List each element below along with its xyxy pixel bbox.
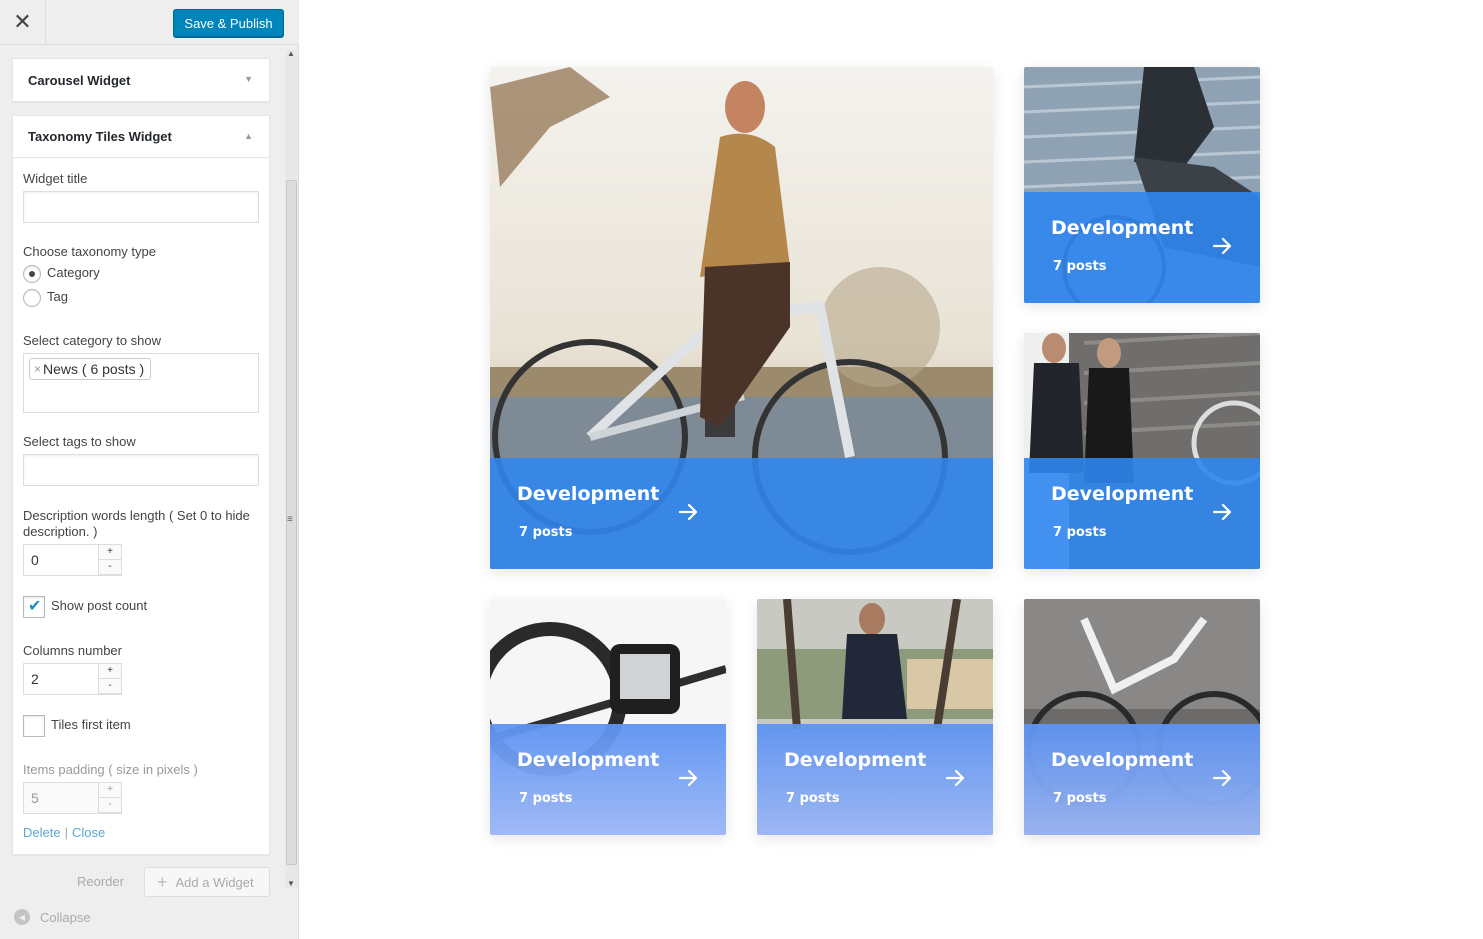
reorder-button[interactable]: Reorder [77, 874, 124, 889]
tile-title: Development [517, 749, 660, 771]
taxonomy-widget-title: Taxonomy Tiles Widget [28, 129, 172, 144]
columns-number-input[interactable]: 2 + - [23, 663, 122, 695]
items-padding-input[interactable]: 5 + - [23, 782, 122, 814]
radio-category[interactable] [23, 265, 41, 283]
taxonomy-tile[interactable]: Development 7 posts [1024, 67, 1260, 303]
tile-title: Development [784, 749, 927, 771]
items-padding-stepper[interactable]: + - [98, 783, 121, 813]
decrement-button[interactable]: - [99, 560, 121, 575]
sidebar-scrollbar[interactable]: ▲ ≡ ▼ [284, 50, 298, 888]
show-post-count-checkbox[interactable]: ✔ [23, 596, 45, 618]
tile-post-count: 7 posts [1053, 525, 1107, 540]
collapse-label: Collapse [40, 909, 91, 925]
tile-post-count: 7 posts [786, 791, 840, 806]
arrow-right-icon[interactable] [1211, 235, 1233, 257]
tile-post-count: 7 posts [519, 525, 573, 540]
plus-icon: + [157, 871, 168, 892]
check-icon: ✔ [28, 598, 42, 615]
tile-title: Development [1051, 217, 1194, 239]
description-length-stepper[interactable]: + - [98, 545, 121, 575]
collapse-arrow-circle-icon: ◀ [14, 909, 30, 925]
scroll-up-arrow-icon[interactable]: ▲ [287, 50, 295, 58]
arrow-right-icon[interactable] [1211, 501, 1233, 523]
remove-chip-icon[interactable]: × [34, 362, 41, 376]
close-icon: ✕ [13, 9, 32, 34]
tile-post-count: 7 posts [1053, 791, 1107, 806]
items-padding-label: Items padding ( size in pixels ) [23, 762, 198, 777]
taxonomy-widget-header[interactable]: Taxonomy Tiles Widget ▲ [13, 116, 269, 158]
widget-title-input[interactable] [23, 191, 259, 223]
decrement-button[interactable]: - [99, 679, 121, 694]
tiles-first-item-checkbox[interactable] [23, 715, 45, 737]
taxonomy-tile[interactable]: Development 7 posts [490, 67, 993, 569]
delete-widget-link[interactable]: Delete [23, 825, 61, 840]
carousel-widget[interactable]: Carousel Widget ▼ [12, 58, 270, 102]
tile-overlay [490, 458, 993, 569]
tile-title: Development [1051, 749, 1194, 771]
radio-category-label: Category [47, 265, 100, 280]
scroll-grip-icon: ≡ [287, 514, 293, 525]
arrow-right-icon[interactable] [1211, 767, 1233, 789]
description-length-label: Description words length ( Set 0 to hide… [23, 508, 250, 539]
collapse-sidebar-button[interactable]: ◀ Collapse [14, 909, 91, 925]
arrow-right-icon[interactable] [677, 501, 699, 523]
carousel-widget-title: Carousel Widget [28, 72, 131, 88]
taxonomy-type-label: Choose taxonomy type [23, 244, 156, 259]
tiles-first-item-label: Tiles first item [51, 717, 131, 732]
carousel-widget-header[interactable]: Carousel Widget ▼ [13, 59, 269, 101]
category-chip[interactable]: × News ( 6 posts ) [29, 358, 152, 380]
increment-button[interactable]: + [99, 783, 121, 798]
category-multiselect[interactable]: × News ( 6 posts ) [23, 353, 259, 413]
customizer-header: ✕ Save & Publish [0, 0, 299, 45]
taxonomy-tile[interactable]: Development 7 posts [1024, 333, 1260, 569]
taxonomy-tile[interactable]: Development 7 posts [1024, 599, 1260, 835]
collapse-arrow-icon[interactable]: ▲ [244, 131, 253, 141]
arrow-right-icon[interactable] [677, 767, 699, 789]
tags-select-label: Select tags to show [23, 434, 136, 449]
taxonomy-tile[interactable]: Development 7 posts [490, 599, 726, 835]
increment-button[interactable]: + [99, 545, 121, 560]
columns-number-stepper[interactable]: + - [98, 664, 121, 694]
increment-button[interactable]: + [99, 664, 121, 679]
tile-title: Development [517, 483, 660, 505]
add-widget-label: Add a Widget [175, 874, 254, 890]
widget-title-label: Widget title [23, 171, 88, 186]
expand-arrow-icon[interactable]: ▼ [244, 74, 253, 84]
tile-post-count: 7 posts [1053, 259, 1107, 274]
decrement-button[interactable]: - [99, 798, 121, 813]
save-publish-button[interactable]: Save & Publish [173, 9, 284, 37]
close-customizer-button[interactable]: ✕ [0, 0, 46, 44]
customizer-sidebar: ✕ Save & Publish ▲ ≡ ▼ Carousel Widget ▼… [0, 0, 299, 939]
tile-post-count: 7 posts [519, 791, 573, 806]
scroll-down-arrow-icon[interactable]: ▼ [287, 880, 295, 888]
radio-tag-label: Tag [47, 289, 68, 304]
category-select-label: Select category to show [23, 333, 162, 348]
radio-tag[interactable] [23, 289, 41, 307]
taxonomy-tile[interactable]: Development 7 posts [757, 599, 993, 835]
close-widget-link[interactable]: Close [72, 825, 105, 840]
arrow-right-icon[interactable] [944, 767, 966, 789]
columns-number-label: Columns number [23, 643, 122, 658]
tile-title: Development [1051, 483, 1194, 505]
widget-actions: Delete | Close [23, 825, 106, 840]
show-post-count-label: Show post count [51, 598, 148, 613]
tags-multiselect[interactable] [23, 454, 259, 486]
category-chip-label: News ( 6 posts ) [43, 361, 145, 377]
add-widget-button[interactable]: + Add a Widget [144, 867, 270, 897]
description-length-input[interactable]: 0 + - [23, 544, 122, 576]
